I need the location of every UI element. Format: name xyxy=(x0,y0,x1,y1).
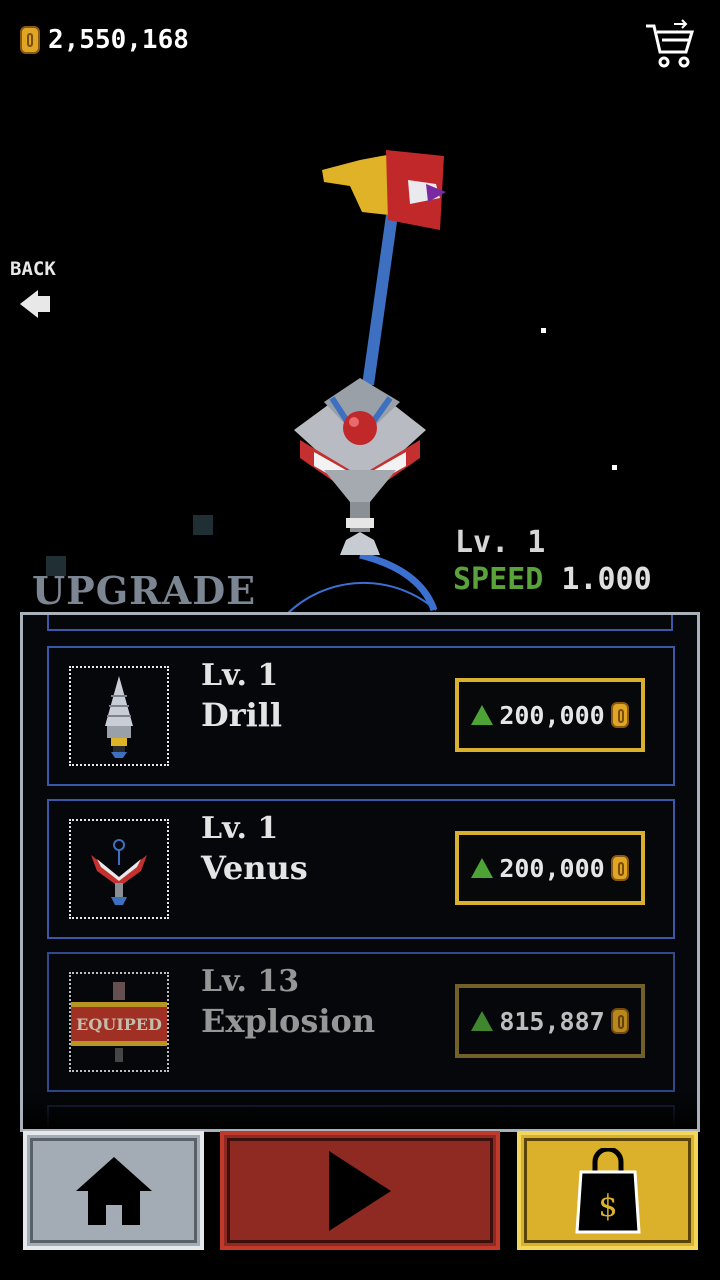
drill-ship-icon xyxy=(69,666,169,766)
home-button[interactable] xyxy=(23,1131,204,1250)
svg-text:$: $ xyxy=(598,1189,617,1224)
upgrade-arrow-icon xyxy=(471,705,494,725)
shopping-bag-icon: $ xyxy=(574,1147,641,1233)
shopping-cart-icon[interactable] xyxy=(642,16,698,72)
arrow-left-icon xyxy=(20,288,52,320)
upgrade-item-drill[interactable]: Lv. 1 Drill 200,000 xyxy=(47,646,675,786)
coin-icon xyxy=(610,855,629,881)
item-level: Lv. 1 xyxy=(201,811,279,846)
star xyxy=(612,465,617,470)
item-name: Drill xyxy=(201,696,283,734)
item-name: Venus xyxy=(201,849,308,887)
upgrade-buy-button[interactable]: 815,887 xyxy=(455,984,645,1058)
upgrade-item-venus[interactable]: Lv. 1 Venus 200,000 xyxy=(47,799,675,939)
upgrade-buy-button[interactable]: 200,000 xyxy=(455,678,645,752)
upgrade-title: UPGRADE xyxy=(32,568,257,613)
play-button[interactable] xyxy=(220,1131,500,1250)
upgrade-buy-button[interactable]: 200,000 xyxy=(455,831,645,905)
ship-preview xyxy=(250,140,490,616)
back-label: BACK xyxy=(10,258,56,280)
upgrade-item-explosion[interactable]: EQUIPED Lv. 13 Explosion 815,887 xyxy=(47,952,675,1092)
coin-icon xyxy=(20,26,40,54)
coin-icon xyxy=(610,1008,629,1034)
coin-balance: 2,550,168 xyxy=(20,22,189,58)
scroll-fade xyxy=(23,1089,697,1129)
upgrade-arrow-icon xyxy=(471,1011,494,1031)
space-debris xyxy=(193,515,213,535)
speed-label: SPEED xyxy=(453,562,544,597)
coin-icon xyxy=(610,702,629,728)
ship-speed: SPEED 1.000 xyxy=(453,562,652,597)
item-name: Explosion xyxy=(201,1002,376,1040)
star xyxy=(541,328,546,333)
back-button[interactable]: BACK xyxy=(10,258,70,330)
upgrade-list[interactable]: Lv. 1 Drill 200,000 Lv. 1 Venus 200,000 xyxy=(20,612,700,1132)
speed-value: 1.000 xyxy=(561,562,652,597)
equipped-badge: EQUIPED xyxy=(71,1002,167,1046)
item-price: 815,887 xyxy=(499,1006,605,1036)
ship-level: Lv. 1 xyxy=(455,525,546,560)
coin-balance-value: 2,550,168 xyxy=(48,25,189,55)
upgrade-arrow-icon xyxy=(471,858,494,878)
list-item-partial xyxy=(47,615,673,631)
shop-button[interactable]: $ xyxy=(517,1131,698,1250)
item-price: 200,000 xyxy=(499,700,605,730)
item-level: Lv. 13 xyxy=(201,964,300,999)
venus-ship-icon xyxy=(69,819,169,919)
explosion-ship-icon: EQUIPED xyxy=(69,972,169,1072)
item-price: 200,000 xyxy=(499,853,605,883)
home-icon xyxy=(75,1156,152,1225)
item-level: Lv. 1 xyxy=(201,658,279,693)
play-icon xyxy=(329,1150,391,1231)
